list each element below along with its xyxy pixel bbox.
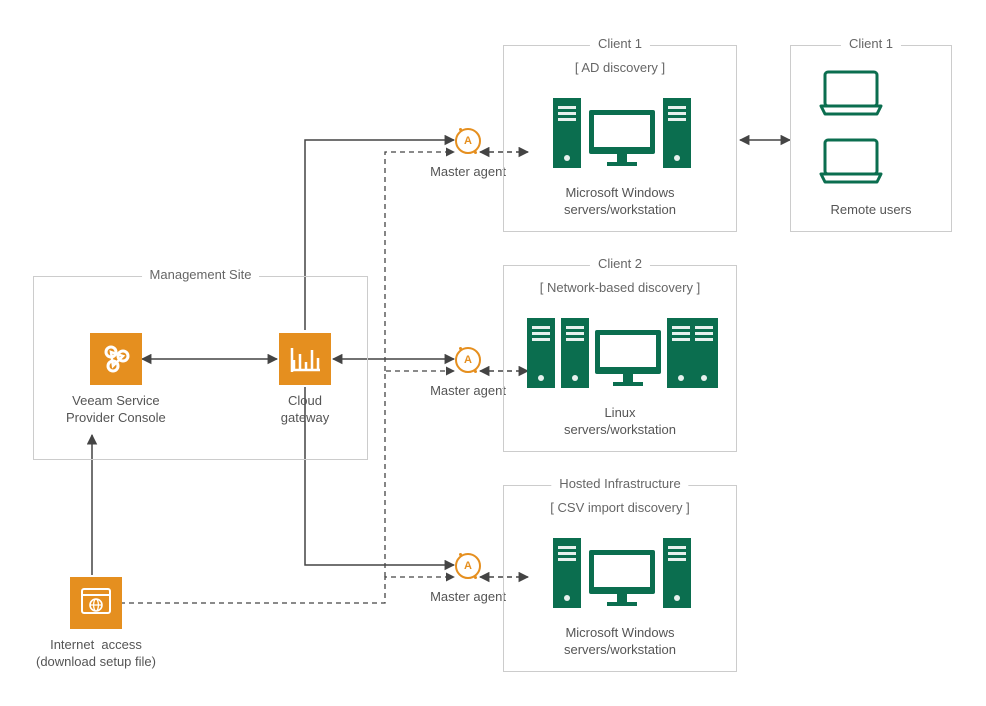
agent-icon: A <box>455 553 481 579</box>
client1b-caption: Remote users <box>791 202 951 219</box>
hosted-title: Hosted Infrastructure <box>551 476 688 491</box>
master-agent-1: A Master agent <box>455 128 481 181</box>
hosted-servers <box>504 532 736 612</box>
globe-icon <box>70 577 122 629</box>
client2-title: Client 2 <box>590 256 650 271</box>
client1b-box: Client 1 Remote users <box>790 45 952 232</box>
client2-caption: Linux servers/workstation <box>504 405 736 439</box>
internet-node: Internet access (download setup file) <box>66 577 126 671</box>
client2-discovery: [ Network-based discovery ] <box>504 280 736 295</box>
agent-label-2: Master agent <box>425 383 511 400</box>
client1-servers <box>504 92 736 172</box>
client1-discovery: [ AD discovery ] <box>504 60 736 75</box>
client1-title: Client 1 <box>590 36 650 51</box>
laptops-icon <box>791 68 951 198</box>
client2-servers <box>504 312 736 392</box>
cloud-gateway-node: Cloud gateway <box>279 333 331 427</box>
hosted-discovery: [ CSV import discovery ] <box>504 500 736 515</box>
client1-box: Client 1 [ AD discovery ] Microsoft Wind… <box>503 45 737 232</box>
internet-label: Internet access (download setup file) <box>36 637 156 671</box>
management-site-title: Management Site <box>142 267 260 282</box>
vspc-label: Veeam Service Provider Console <box>66 393 166 427</box>
hosted-caption: Microsoft Windows servers/workstation <box>504 625 736 659</box>
vspc-node: Veeam Service Provider Console <box>66 333 166 427</box>
hosted-box: Hosted Infrastructure [ CSV import disco… <box>503 485 737 672</box>
client2-box: Client 2 [ Network-based discovery ] Lin… <box>503 265 737 452</box>
vspc-icon <box>90 333 142 385</box>
agent-icon: A <box>455 128 481 154</box>
master-agent-3: A Master agent <box>455 553 481 606</box>
master-agent-2: A Master agent <box>455 347 481 400</box>
client1b-title: Client 1 <box>841 36 901 51</box>
agent-label-1: Master agent <box>425 164 511 181</box>
cloud-gateway-label: Cloud gateway <box>279 393 331 427</box>
cloud-gateway-icon <box>279 333 331 385</box>
client1-caption: Microsoft Windows servers/workstation <box>504 185 736 219</box>
agent-icon: A <box>455 347 481 373</box>
agent-label-3: Master agent <box>425 589 511 606</box>
